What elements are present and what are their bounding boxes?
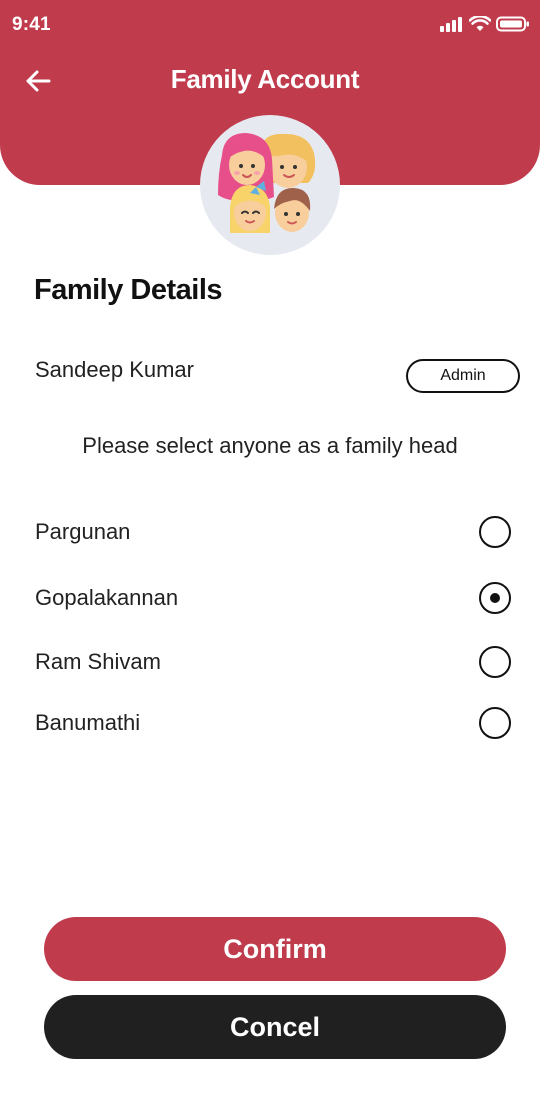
radio-button[interactable] xyxy=(479,646,511,678)
wifi-icon xyxy=(469,16,491,31)
admin-name: Sandeep Kumar xyxy=(35,357,194,382)
admin-badge: Admin xyxy=(406,359,520,393)
family-illustration-icon xyxy=(218,133,316,233)
member-option-banumathi[interactable]: Banumathi xyxy=(0,701,540,745)
status-time: 9:41 xyxy=(12,14,51,35)
page-title: Family Account xyxy=(170,64,360,94)
member-option-ram-shivam[interactable]: Ram Shivam xyxy=(0,640,540,684)
radio-button[interactable] xyxy=(479,516,511,548)
status-icons xyxy=(440,16,530,32)
member-option-pargunan[interactable]: Pargunan xyxy=(0,510,540,554)
family-avatar xyxy=(200,115,340,255)
confirm-button[interactable]: Confirm xyxy=(44,917,506,981)
battery-icon xyxy=(496,16,529,32)
member-name: Banumathi xyxy=(35,710,141,735)
member-option-gopalakannan[interactable]: Gopalakannan xyxy=(0,576,540,620)
instruction-text: Please select anyone as a family head xyxy=(82,433,458,458)
radio-button[interactable] xyxy=(479,582,511,614)
signal-icon xyxy=(440,17,462,32)
family-details-heading: Family Details xyxy=(34,274,223,306)
member-name: Pargunan xyxy=(35,519,131,544)
member-name: Ram Shivam xyxy=(35,649,161,674)
radio-button[interactable] xyxy=(479,707,511,739)
radio-selected-dot xyxy=(490,593,500,603)
cancel-button[interactable]: Concel xyxy=(44,995,506,1059)
member-name: Gopalakannan xyxy=(35,585,179,610)
